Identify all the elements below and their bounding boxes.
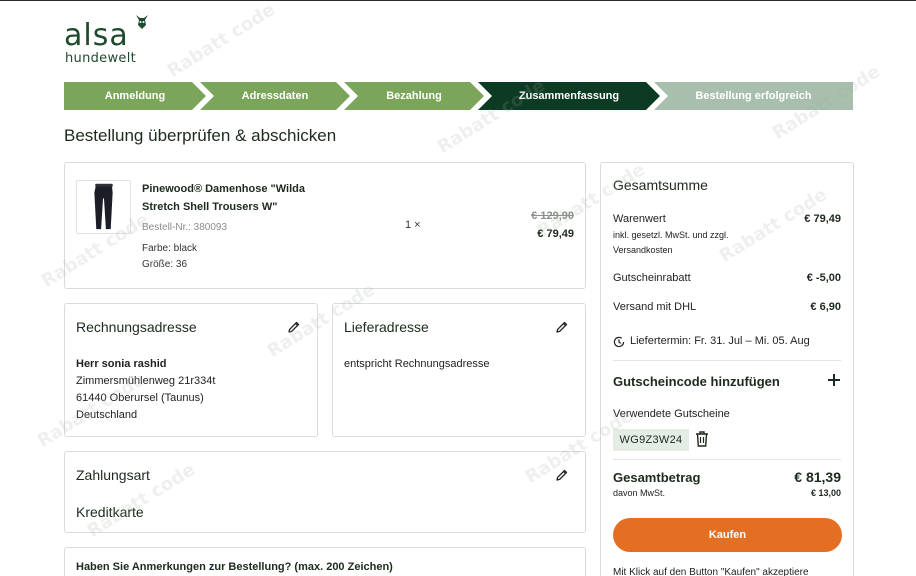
goods-value: € 79,49: [804, 213, 841, 225]
payment-title: Zahlungsart: [76, 467, 150, 483]
voucher-discount-label: Gutscheinrabatt: [613, 272, 691, 284]
top-border: [0, 0, 916, 1]
product-size: Größe: 36: [142, 259, 188, 270]
remarks-card: Haben Sie Anmerkungen zur Bestellung? (m…: [64, 547, 586, 576]
summary-title: Gesamtsumme: [613, 177, 708, 193]
edit-payment-pencil-icon[interactable]: [555, 468, 569, 482]
add-voucher-toggle[interactable]: Gutscheincode hinzufügen: [613, 374, 780, 389]
remarks-title: Haben Sie Anmerkungen zur Bestellung? (m…: [76, 561, 393, 573]
legal-notice: Mit Klick auf den Button "Kaufen" akzept…: [613, 567, 809, 576]
dog-logo-icon: [136, 15, 148, 29]
brand-name: alsa: [64, 18, 129, 53]
brand-logo[interactable]: alsa hundewelt: [64, 14, 164, 70]
shipping-cost-label: Versand mit DHL: [613, 301, 697, 313]
product-card: Pinewood® Damenhose "Wilda Stretch Shell…: [64, 162, 586, 289]
goods-label: Warenwert: [613, 213, 666, 225]
shipping-text: entspricht Rechnungsadresse: [344, 358, 490, 370]
tax-value: € 13,00: [810, 488, 841, 498]
step-adressdaten[interactable]: Adressdaten: [200, 82, 350, 110]
shipping-title: Lieferadresse: [344, 319, 429, 335]
payment-method: Kreditkarte: [76, 504, 144, 520]
product-sku: Bestell-Nr.: 380093: [142, 222, 228, 233]
step-zusammenfassung: Zusammenfassung: [478, 82, 660, 110]
step-anmeldung[interactable]: Anmeldung: [64, 82, 206, 110]
edit-billing-pencil-icon[interactable]: [287, 320, 301, 334]
watermark: Rabatt code: [163, 0, 279, 82]
step-label: Bezahlung: [386, 90, 442, 102]
total-value: € 81,39: [794, 469, 841, 485]
product-color: Farbe: black: [142, 243, 198, 254]
billing-title: Rechnungsadresse: [76, 319, 197, 335]
shipping-cost-value: € 6,90: [810, 301, 841, 313]
summary-divider: [613, 360, 841, 361]
billing-country: Deutschland: [76, 409, 138, 421]
billing-city: 61440 Oberursel (Taunus): [76, 392, 204, 404]
checkout-stepper: Anmeldung Adressdaten Bezahlung Zusammen…: [64, 82, 853, 110]
brand-subtitle: hundewelt: [65, 51, 137, 66]
edit-shipping-pencil-icon[interactable]: [555, 320, 569, 334]
billing-address-card: Rechnungsadresse Herr sonia rashid Zimme…: [64, 303, 318, 437]
step-label: Adressdaten: [241, 90, 309, 102]
remove-voucher-trash-icon[interactable]: [695, 430, 709, 448]
page-title: Bestellung überprüfen & abschicken: [64, 126, 337, 145]
product-image[interactable]: [76, 180, 131, 234]
product-quantity: 1 ×: [405, 219, 421, 231]
payment-card: Zahlungsart Kreditkarte: [64, 451, 586, 533]
product-name[interactable]: Pinewood® Damenhose "Wilda Stretch Shell…: [142, 180, 342, 216]
summary-divider: [613, 459, 841, 460]
product-old-price: € 129,90: [531, 210, 574, 222]
step-bezahlung[interactable]: Bezahlung: [344, 82, 484, 110]
voucher-code-chip: WG9Z3W24: [613, 429, 689, 451]
shipping-address-card: Lieferadresse entspricht Rechnungsadress…: [332, 303, 586, 437]
step-label: Zusammenfassung: [518, 90, 620, 102]
product-price: € 79,49: [537, 228, 574, 240]
used-vouchers-label: Verwendete Gutscheine: [613, 408, 730, 420]
plus-icon[interactable]: [827, 373, 841, 387]
goods-note: inkl. gesetzl. MwSt. und zzgl. Versandko…: [613, 230, 729, 255]
billing-name: Herr sonia rashid: [76, 358, 167, 370]
step-bestellung-erfolgreich: Bestellung erfolgreich: [654, 82, 853, 110]
buy-button[interactable]: Kaufen: [613, 518, 842, 552]
trousers-icon: [94, 183, 113, 230]
voucher-discount-value: € -5,00: [806, 272, 841, 284]
order-summary-card: Gesamtsumme Warenwert inkl. gesetzl. MwS…: [600, 162, 854, 576]
step-label: Bestellung erfolgreich: [695, 90, 812, 102]
clock-icon: [613, 336, 625, 348]
delivery-date: Liefertermin: Fr. 31. Jul – Mi. 05. Aug: [630, 335, 810, 347]
total-label: Gesamtbetrag: [613, 470, 701, 485]
billing-street: Zimmersmühlenweg 21r334t: [76, 375, 216, 387]
tax-label: davon MwSt.: [613, 488, 666, 498]
step-label: Anmeldung: [104, 90, 166, 102]
